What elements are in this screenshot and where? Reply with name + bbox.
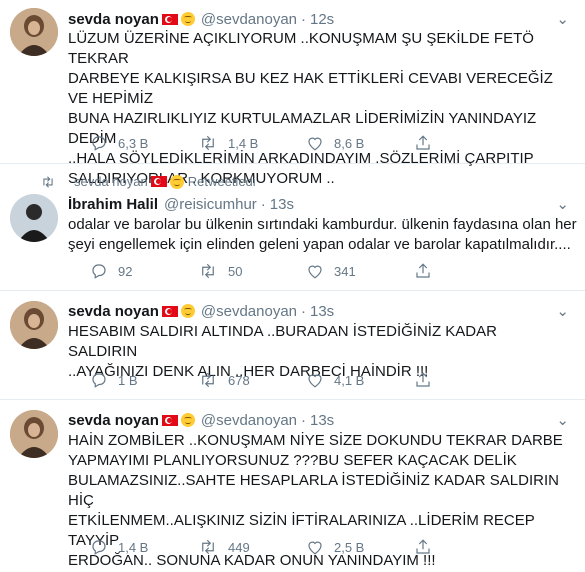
reply-icon	[92, 136, 106, 151]
share-icon	[416, 135, 430, 150]
timestamp[interactable]: 13s	[310, 303, 334, 320]
timestamp[interactable]: 13s	[310, 412, 334, 429]
retweet-count: 678	[228, 372, 250, 388]
reply-icon	[92, 264, 106, 279]
avatar[interactable]	[10, 8, 58, 56]
author-name[interactable]: sevda noyan	[68, 11, 159, 28]
turkey-flag-icon	[161, 13, 178, 25]
share-icon	[416, 263, 430, 278]
author-name[interactable]: İbrahim Halil	[68, 196, 158, 213]
tweet[interactable]: sevda noyan @sevdanoyan · 13s ⌄ HAİN ZOM…	[0, 400, 585, 572]
like-count: 2,5 B	[334, 539, 365, 555]
like-button[interactable]: 341	[306, 262, 414, 280]
separator-dot: ·	[260, 195, 266, 213]
reply-button[interactable]: 92	[90, 262, 198, 280]
author-name[interactable]: sevda noyan	[68, 412, 159, 429]
reply-button[interactable]: 1 B	[90, 371, 198, 389]
reply-count: 1 B	[118, 372, 138, 388]
retweet-count: 1,4 B	[228, 135, 259, 151]
retweeted-label: Retweetledi	[187, 174, 256, 189]
tweet[interactable]: sevda noyan @sevdanoyan · 13s ⌄ HESABIM …	[0, 291, 585, 400]
like-count: 4,1 B	[334, 372, 365, 388]
like-icon	[308, 374, 322, 388]
reply-icon	[92, 373, 106, 388]
like-button[interactable]: 8,6 B	[306, 134, 414, 152]
separator-dot: ·	[301, 302, 306, 320]
hugging-face-emoji-icon	[169, 174, 184, 189]
retweet-count: 50	[228, 263, 243, 279]
author-handle[interactable]: @sevdanoyan	[201, 412, 297, 429]
timestamp[interactable]: 13s	[270, 196, 294, 213]
reply-count: 6,3 B	[118, 135, 149, 151]
avatar[interactable]	[10, 410, 58, 458]
chevron-down-icon[interactable]: ⌄	[556, 411, 569, 429]
retweeter-name[interactable]: sevda noyan	[74, 174, 148, 189]
tweet[interactable]: sevda noyan Retweetledi İbrahim Halil @r…	[0, 164, 585, 291]
retweet-context: sevda noyan Retweetledi	[40, 174, 256, 189]
author-name[interactable]: sevda noyan	[68, 303, 159, 320]
author-handle[interactable]: @sevdanoyan	[201, 303, 297, 320]
retweet-button[interactable]: 678	[198, 371, 306, 389]
like-button[interactable]: 4,1 B	[306, 371, 414, 389]
retweet-icon	[202, 135, 214, 151]
like-icon	[308, 265, 322, 279]
reply-count: 1,4 B	[118, 539, 149, 555]
turkey-flag-icon	[161, 305, 178, 317]
like-count: 8,6 B	[334, 135, 365, 151]
avatar[interactable]	[10, 301, 58, 349]
separator-dot: ·	[301, 411, 306, 429]
separator-dot: ·	[301, 10, 306, 28]
timeline: sevda noyan @sevdanoyan · 12s ⌄ LÜZUM ÜZ…	[0, 0, 585, 572]
like-button[interactable]: 2,5 B	[306, 538, 414, 556]
reply-button[interactable]: 1,4 B	[90, 538, 198, 556]
tweet[interactable]: sevda noyan @sevdanoyan · 12s ⌄ LÜZUM ÜZ…	[0, 0, 585, 187]
avatar[interactable]	[10, 194, 58, 242]
reply-button[interactable]: 6,3 B	[90, 134, 198, 152]
author-handle[interactable]: @reisicumhur	[164, 196, 257, 213]
share-icon	[416, 539, 430, 554]
like-icon	[308, 137, 322, 151]
hugging-face-emoji-icon	[180, 12, 195, 26]
timestamp[interactable]: 12s	[310, 11, 334, 28]
retweet-button[interactable]: 1,4 B	[198, 134, 306, 152]
chevron-down-icon[interactable]: ⌄	[556, 195, 569, 213]
share-button[interactable]	[414, 134, 442, 152]
chevron-down-icon[interactable]: ⌄	[556, 10, 569, 28]
retweet-icon	[202, 263, 214, 279]
retweet-button[interactable]: 50	[198, 262, 306, 280]
turkey-flag-icon	[161, 414, 178, 426]
share-button[interactable]	[414, 371, 442, 389]
retweet-icon	[43, 175, 53, 188]
reply-icon	[92, 540, 106, 555]
reply-count: 92	[118, 263, 133, 279]
share-icon	[416, 372, 430, 387]
tweet-text: odalar ve barolar bu ülkenin sırtındaki …	[68, 216, 577, 253]
hugging-face-emoji-icon	[180, 413, 195, 427]
turkey-flag-icon	[150, 176, 167, 187]
retweet-icon	[202, 372, 214, 388]
like-icon	[308, 541, 322, 555]
retweet-icon	[202, 539, 214, 555]
share-button[interactable]	[414, 538, 442, 556]
retweet-button[interactable]: 449	[198, 538, 306, 556]
like-count: 341	[334, 263, 356, 279]
retweet-count: 449	[228, 539, 250, 555]
hugging-face-emoji-icon	[180, 304, 195, 318]
share-button[interactable]	[414, 262, 442, 280]
author-handle[interactable]: @sevdanoyan	[201, 11, 297, 28]
chevron-down-icon[interactable]: ⌄	[556, 302, 569, 320]
